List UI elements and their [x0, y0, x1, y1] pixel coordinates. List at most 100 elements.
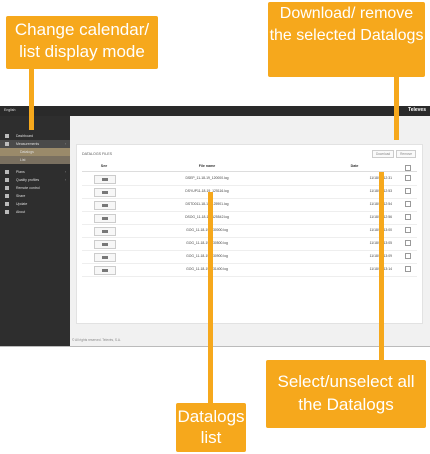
- sidebar-item-quality-profiles[interactable]: Quality profiles ‹: [0, 176, 70, 184]
- view-button[interactable]: [94, 227, 116, 236]
- row-checkbox[interactable]: [405, 227, 411, 233]
- datalogs-panel: DATALOGS FILES Download Remove See File n…: [76, 144, 423, 324]
- top-bar: English Televes: [0, 106, 430, 116]
- share-icon: [5, 194, 9, 198]
- view-button[interactable]: [94, 214, 116, 223]
- panel-title: DATALOGS FILES: [82, 152, 113, 156]
- remote-icon: [5, 186, 9, 190]
- sidebar-item-label: Quality profiles: [16, 178, 40, 182]
- table-row[interactable]: DSOG_11-18-19_125542.log 11/18/19 12:56: [82, 211, 417, 225]
- sidebar-item-list[interactable]: List: [0, 156, 70, 164]
- file-name: GOG_11-18-19_131400.log: [186, 267, 228, 271]
- sidebar-item-remote-control[interactable]: Remote control: [0, 184, 70, 192]
- download-button[interactable]: Download: [371, 150, 395, 158]
- column-header-file: File name: [198, 164, 216, 168]
- table-header: See File name Date: [82, 164, 417, 172]
- view-icon: [102, 204, 108, 207]
- sidebar-item-dashboard[interactable]: Dashboard: [0, 132, 70, 140]
- connector-line: [208, 192, 213, 404]
- panel-actions: Download Remove: [370, 150, 416, 158]
- view-icon: [102, 256, 108, 259]
- sidebar-item-measurements[interactable]: Measurements ‹: [0, 140, 70, 148]
- sidebar-item-label: Share: [16, 194, 26, 198]
- row-checkbox[interactable]: [405, 175, 411, 181]
- main-content: DATALOGS FILES Download Remove See File n…: [70, 116, 430, 346]
- chart-icon: [5, 142, 9, 146]
- file-date: 11/18/19 12:31: [369, 176, 392, 180]
- sidebar-item-label: Measurements: [16, 142, 40, 146]
- sidebar-item-datalogs[interactable]: Datalogs: [0, 148, 70, 156]
- file-date: 11/18/19 12:54: [369, 202, 392, 206]
- table-row[interactable]: GOG_11-18-19_130000.log 11/18/19 13:00: [82, 224, 417, 238]
- callout-display-mode: Change calendar/ list display mode: [6, 16, 158, 69]
- view-icon: [102, 269, 108, 272]
- file-date: 11/18/19 13:05: [369, 241, 392, 245]
- view-button[interactable]: [94, 201, 116, 210]
- sidebar-item-label: Update: [16, 202, 28, 206]
- brand-logo: Televes: [408, 107, 426, 113]
- dashboard-icon: [5, 134, 9, 138]
- sidebar-item-update[interactable]: Update: [0, 200, 70, 208]
- view-icon: [102, 230, 108, 233]
- callout-select-all: Select/unselect all the Datalogs: [266, 360, 426, 428]
- chevron-icon: ‹: [64, 178, 66, 182]
- sidebar-item-label: Dashboard: [16, 134, 34, 138]
- row-checkbox[interactable]: [405, 201, 411, 207]
- table-row[interactable]: GOG_11-18-19_131400.log 11/18/19 13:14: [82, 263, 417, 277]
- view-icon: [102, 191, 108, 194]
- view-icon: [102, 243, 108, 246]
- table-row[interactable]: GOG_11-18-19_130900.log 11/18/19 13:09: [82, 250, 417, 264]
- chevron-icon: ‹: [64, 142, 66, 146]
- view-button[interactable]: [94, 175, 116, 184]
- view-button[interactable]: [94, 266, 116, 275]
- plans-icon: [5, 170, 9, 174]
- select-all-checkbox[interactable]: [405, 165, 411, 171]
- table-row[interactable]: DSTD011-18-19_125901.log 11/18/19 12:54: [82, 198, 417, 212]
- connector-line: [379, 172, 384, 362]
- connector-line: [29, 66, 34, 130]
- file-name: GOG_11-18-19_130900.log: [186, 254, 228, 258]
- sidebar-item-share[interactable]: Share: [0, 192, 70, 200]
- language-selector[interactable]: English: [4, 108, 15, 112]
- sidebar-item-plans[interactable]: Plans ‹: [0, 168, 70, 176]
- view-button[interactable]: [94, 253, 116, 262]
- remove-button[interactable]: Remove: [396, 150, 416, 158]
- table-row[interactable]: DSEP_11-18-19_120000.log 11/18/19 12:31: [82, 172, 417, 186]
- connector-line: [394, 76, 399, 140]
- view-button[interactable]: [94, 240, 116, 249]
- file-date: 11/18/19 13:14: [369, 267, 392, 271]
- row-checkbox[interactable]: [405, 266, 411, 272]
- file-date: 11/18/19 12:53: [369, 189, 392, 193]
- table-row[interactable]: GOG_11-18-19_130500.log 11/18/19 13:05: [82, 237, 417, 251]
- file-date: 11/18/19 13:00: [369, 228, 392, 232]
- row-checkbox[interactable]: [405, 240, 411, 246]
- view-icon: [102, 178, 108, 181]
- app-window: English Televes Dashboard Measurements ‹…: [0, 106, 430, 347]
- sidebar-item-about[interactable]: About: [0, 208, 70, 216]
- chevron-icon: ‹: [64, 170, 66, 174]
- sidebar-item-label: Remote control: [16, 186, 40, 190]
- file-name: GOG_11-18-19_130500.log: [186, 241, 228, 245]
- row-checkbox[interactable]: [405, 253, 411, 259]
- sidebar-item-label: About: [16, 210, 26, 214]
- column-header-see: See: [100, 164, 108, 168]
- update-icon: [5, 202, 9, 206]
- file-name: GOG_11-18-19_130000.log: [186, 228, 228, 232]
- view-icon: [102, 217, 108, 220]
- quality-icon: [5, 178, 9, 182]
- footer-copyright: © All rights reserved. Televés, S.A.: [72, 338, 121, 342]
- callout-download-remove: Download/ remove the selected Datalogs: [268, 2, 425, 77]
- row-checkbox[interactable]: [405, 214, 411, 220]
- info-icon: [5, 210, 9, 214]
- file-name: DSOG_11-18-19_125542.log: [185, 215, 229, 219]
- view-button[interactable]: [94, 188, 116, 197]
- column-header-date: Date: [350, 164, 359, 168]
- sidebar-item-label: List: [20, 158, 26, 162]
- table-row[interactable]: DSYUP11-18-19_125116.log 11/18/19 12:53: [82, 185, 417, 199]
- callout-datalogs-list: Datalogs list: [176, 403, 246, 452]
- file-name: DSEP_11-18-19_120000.log: [185, 176, 229, 180]
- row-checkbox[interactable]: [405, 188, 411, 194]
- sidebar-item-label: Datalogs: [20, 150, 34, 154]
- sidebar: Dashboard Measurements ‹ Datalogs List P…: [0, 116, 70, 346]
- sidebar-item-label: Plans: [16, 170, 25, 174]
